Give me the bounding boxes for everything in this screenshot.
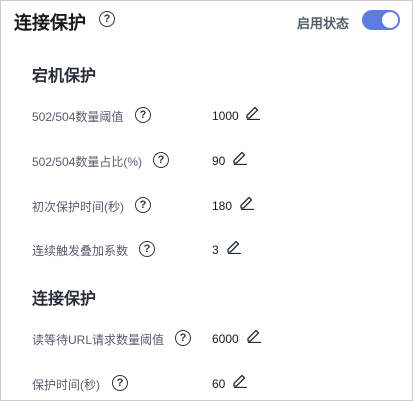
- question-circle-icon[interactable]: ?: [139, 241, 155, 257]
- row-value-502-504-ratio: 90: [212, 154, 226, 168]
- pencil-icon[interactable]: [232, 149, 248, 165]
- row-value-consecutive-trigger-factor: 3: [212, 243, 219, 257]
- row-value-initial-protection-time: 180: [212, 199, 233, 213]
- question-circle-icon[interactable]: ?: [135, 107, 151, 123]
- connection-protection-panel: 连接保护 ? 启用状态 宕机保护 502/504数量阈值 ? 1000 502/…: [0, 0, 413, 401]
- row-label-read-wait-url-threshold: 读等待URL请求数量阈值: [32, 333, 165, 347]
- pencil-icon[interactable]: [239, 194, 255, 210]
- row-label-protection-time: 保护时间(秒): [32, 378, 100, 392]
- question-circle-icon[interactable]: ?: [135, 197, 151, 213]
- toggle-knob: [382, 12, 398, 28]
- question-circle-icon[interactable]: ?: [153, 152, 169, 168]
- row-value-502-504-threshold: 1000: [212, 109, 239, 123]
- question-circle-icon[interactable]: ?: [175, 330, 191, 346]
- row-label-initial-protection-time: 初次保护时间(秒): [32, 200, 124, 214]
- row-value-protection-time: 60: [212, 377, 226, 391]
- row-label-502-504-ratio: 502/504数量占比(%): [32, 155, 143, 169]
- question-circle-icon[interactable]: ?: [112, 375, 128, 391]
- title-help-icon[interactable]: ?: [99, 11, 115, 27]
- row-label-consecutive-trigger-factor: 连续触发叠加系数: [32, 244, 129, 258]
- pencil-icon[interactable]: [226, 238, 242, 254]
- enable-status-toggle[interactable]: [362, 10, 400, 30]
- section-title-connection-protection: 连接保护: [32, 291, 97, 308]
- pencil-icon[interactable]: [245, 104, 261, 120]
- section-title-downtime-protection: 宕机保护: [32, 68, 97, 85]
- panel-title: 连接保护: [14, 13, 86, 33]
- row-value-read-wait-url-threshold: 6000: [212, 332, 239, 346]
- pencil-icon[interactable]: [246, 327, 262, 343]
- enable-status-label: 启用状态: [297, 16, 350, 31]
- pencil-icon[interactable]: [232, 372, 248, 388]
- row-label-502-504-threshold: 502/504数量阈值: [32, 110, 124, 124]
